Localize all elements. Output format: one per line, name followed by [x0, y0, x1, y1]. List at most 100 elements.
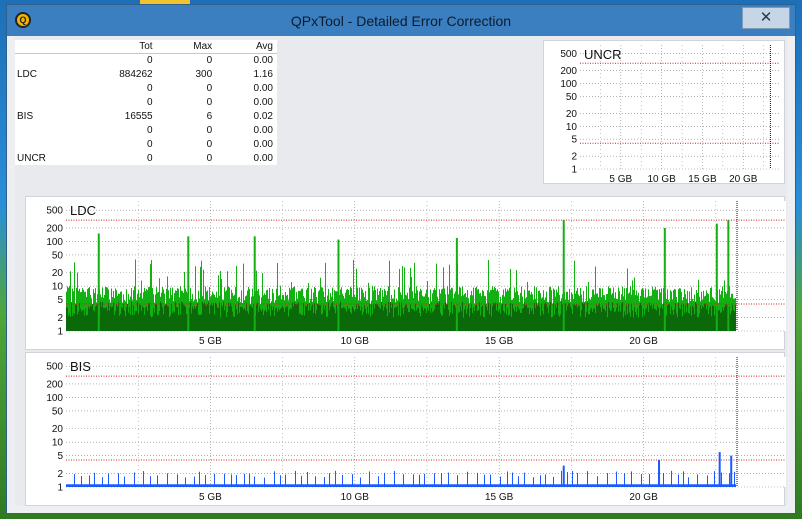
ldc-bar-dark	[463, 317, 464, 331]
ldc-bar-dark	[203, 303, 204, 331]
ldc-bar-dark	[631, 303, 632, 331]
ldc-bar-dark	[237, 314, 238, 331]
ldc-bar-dark	[725, 304, 726, 331]
ldc-bar-dark	[726, 304, 727, 331]
ldc-bar-dark	[89, 308, 90, 331]
ldc-bar-dark	[507, 307, 508, 331]
ldc-bar-dark	[401, 302, 402, 331]
ldc-bar-dark	[107, 310, 108, 331]
ldc-bar-dark	[428, 310, 429, 331]
bis-bar	[335, 470, 336, 487]
ldc-bar-dark	[666, 315, 667, 331]
bis-bar	[285, 474, 286, 487]
x-tick-label: 10 GB	[341, 336, 370, 347]
ldc-bar-dark	[455, 307, 456, 331]
x-tick-label: 20 GB	[729, 174, 758, 185]
ldc-bar-dark	[624, 311, 625, 331]
ldc-bar-dark	[394, 307, 395, 331]
ldc-bar-dark	[246, 303, 247, 331]
ldc-bar-dark	[160, 301, 161, 331]
ldc-bar-dark	[641, 305, 642, 331]
ldc-bar-dark	[451, 301, 452, 331]
ldc-bar-dark	[304, 315, 305, 331]
ldc-bar-dark	[396, 307, 397, 331]
ldc-bar-dark	[538, 302, 539, 331]
ldc-bar-dark	[132, 315, 133, 331]
ldc-bar-dark	[651, 304, 652, 331]
ldc-bar-dark	[489, 314, 490, 331]
ldc-bar-dark	[513, 308, 514, 331]
ldc-bar-dark	[110, 305, 111, 331]
ldc-bar-dark	[544, 303, 545, 331]
bis-bar	[124, 476, 125, 487]
title-bar[interactable]: Q QPxTool - Detailed Error Correction ✕	[7, 5, 795, 36]
ldc-bar-dark	[121, 306, 122, 331]
bis-bar	[360, 477, 361, 487]
ldc-bar-dark	[551, 317, 552, 331]
ldc-bar-dark	[264, 310, 265, 331]
ldc-bar-dark	[364, 305, 365, 331]
ldc-bar-dark	[701, 308, 702, 331]
ldc-bar-dark	[524, 301, 525, 331]
ldc-bar-dark	[213, 302, 214, 331]
stats-header-avg: Avg	[216, 40, 277, 54]
ldc-bar-dark	[113, 302, 114, 331]
ldc-bar-dark	[124, 310, 125, 331]
ldc-bar-dark	[655, 309, 656, 331]
close-button[interactable]: ✕	[742, 7, 790, 29]
ldc-bar-dark	[135, 311, 136, 331]
bis-peak-bar	[562, 465, 565, 487]
ldc-bar-dark	[114, 314, 115, 331]
ldc-bar-dark	[229, 305, 230, 331]
bis-bar	[616, 471, 617, 487]
ldc-peak-bar	[187, 236, 190, 331]
y-tick-label: 5	[57, 451, 63, 462]
stats-row: 0 0 0.00	[15, 81, 277, 95]
bis-bar	[587, 471, 588, 487]
ldc-bar-dark	[117, 306, 118, 331]
ldc-bar-dark	[234, 316, 235, 331]
y-tick-label: 200	[46, 379, 63, 390]
stats-max: 300	[195, 68, 213, 80]
ldc-bar-dark	[619, 305, 620, 331]
ldc-bar-dark	[687, 303, 688, 331]
ldc-bar-dark	[333, 306, 334, 331]
ldc-bar-dark	[580, 316, 581, 331]
stats-label	[15, 81, 65, 95]
ldc-bar-dark	[422, 306, 423, 331]
ldc-bar-dark	[375, 304, 376, 331]
ldc-bar-dark	[477, 311, 478, 331]
chart-title: BIS	[70, 359, 91, 374]
ldc-bar-dark	[298, 302, 299, 331]
ldc-bar-dark	[155, 304, 156, 331]
ldc-peak-bar	[337, 239, 340, 331]
ldc-bar-dark	[199, 315, 200, 331]
ldc-bar-dark	[282, 306, 283, 331]
ldc-bar-dark	[378, 305, 379, 331]
ldc-bar-dark	[439, 301, 440, 331]
stats-label: UNCR	[17, 152, 46, 164]
ldc-bar-dark	[373, 304, 374, 331]
ldc-bar-dark	[106, 306, 107, 331]
ldc-bar-dark	[315, 314, 316, 331]
ldc-bar-dark	[612, 302, 613, 331]
ldc-bar-dark	[137, 301, 138, 331]
ldc-bar-dark	[248, 313, 249, 331]
ldc-bar-dark	[545, 302, 546, 331]
ldc-bar-dark	[182, 302, 183, 331]
bis-bar	[624, 473, 625, 487]
ldc-bar-dark	[216, 304, 217, 331]
stats-avg: 0.00	[253, 138, 273, 150]
ldc-bar-dark	[331, 304, 332, 331]
ldc-bar-dark	[289, 309, 290, 331]
ldc-bar-dark	[530, 307, 531, 331]
ldc-bar-dark	[66, 307, 67, 331]
bis-bar	[477, 472, 478, 487]
ldc-bar-dark	[73, 313, 74, 331]
bis-bar	[424, 473, 425, 487]
ldc-bar-dark	[174, 312, 175, 331]
ldc-bar-dark	[178, 315, 179, 331]
ldc-bar-dark	[224, 310, 225, 331]
ldc-bar-dark	[192, 306, 193, 331]
ldc-bar-dark	[555, 304, 556, 331]
